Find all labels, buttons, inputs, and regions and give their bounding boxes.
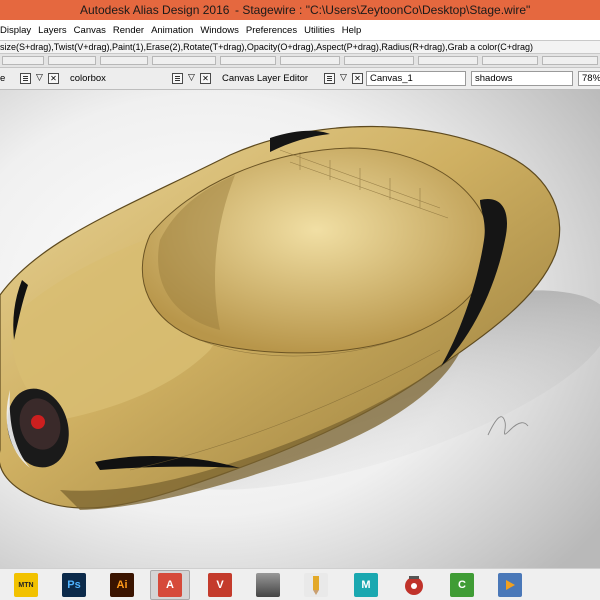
player-icon (498, 573, 522, 597)
menu-layers[interactable]: Layers (38, 25, 74, 36)
title-bar: Autodesk Alias Design 2016 - Stagewire :… (0, 0, 600, 20)
menu-animation[interactable]: Animation (151, 25, 200, 36)
panel-menu-icon[interactable] (20, 73, 31, 84)
panel-menu-icon[interactable] (172, 73, 183, 84)
taskbar-photoshop[interactable]: Ps (60, 571, 88, 599)
close-icon[interactable]: ✕ (200, 73, 211, 84)
canvas-layer-editor-label: Canvas Layer Editor (222, 73, 309, 84)
menu-bar: Display Layers Canvas Render Animation W… (0, 20, 600, 40)
headlamp-red-dot (31, 415, 45, 429)
taskbar-alias-design[interactable]: A (150, 570, 190, 600)
tool-strip (0, 54, 600, 68)
document-title: - Stagewire : "C:\Users\ZeytoonCo\Deskto… (235, 3, 531, 17)
layer-name-field[interactable]: shadows (471, 71, 573, 86)
photoshop-icon: Ps (62, 573, 86, 597)
alias-design-icon: A (158, 573, 182, 597)
prompt-text: size(S+drag),Twist(V+drag),Paint(1),Eras… (0, 42, 533, 52)
maya-icon: M (354, 573, 378, 597)
taskbar-vred[interactable]: V (206, 571, 234, 599)
menu-render[interactable]: Render (113, 25, 151, 36)
taskbar-portrait-app[interactable] (254, 571, 282, 599)
media-player-icon (402, 573, 426, 597)
app-title: Autodesk Alias Design 2016 (80, 3, 230, 17)
dropdown-arrow-icon[interactable]: ▽ (186, 73, 197, 84)
taskbar-illustrator[interactable]: Ai (108, 571, 136, 599)
close-icon[interactable]: ✕ (352, 73, 363, 84)
taskbar: MTN Ps Ai A V M C (0, 568, 600, 600)
strip-cell[interactable] (418, 56, 478, 65)
portrait-icon (256, 573, 280, 597)
strip-cell[interactable] (152, 56, 216, 65)
taskbar-mtn[interactable]: MTN (12, 571, 40, 599)
close-icon[interactable]: ✕ (48, 73, 59, 84)
taskbar-pencil-app[interactable] (302, 571, 330, 599)
panel-menu-icon[interactable] (324, 73, 335, 84)
strip-cell[interactable] (220, 56, 276, 65)
sketch-canvas[interactable] (0, 90, 600, 568)
mtn-icon: MTN (14, 573, 38, 597)
taskbar-player[interactable] (496, 571, 524, 599)
taskbar-maya[interactable]: M (352, 571, 380, 599)
strip-cell[interactable] (100, 56, 148, 65)
opacity-field[interactable]: 78% (578, 71, 600, 86)
car-sketch (0, 90, 600, 568)
menu-windows[interactable]: Windows (200, 25, 246, 36)
panel-header-bar: e ▽ ✕ colorbox ▽ ✕ Canvas Layer Editor ▽… (0, 68, 600, 90)
menu-canvas[interactable]: Canvas (74, 25, 113, 36)
strip-cell[interactable] (280, 56, 340, 65)
menu-utilities[interactable]: Utilities (304, 25, 342, 36)
taskbar-camtasia[interactable]: C (448, 571, 476, 599)
menu-help[interactable]: Help (342, 25, 369, 36)
menu-display[interactable]: Display (0, 25, 38, 36)
strip-cell[interactable] (482, 56, 538, 65)
dropdown-arrow-icon[interactable]: ▽ (338, 73, 349, 84)
strip-cell[interactable] (2, 56, 44, 65)
camtasia-icon: C (450, 573, 474, 597)
strip-cell[interactable] (542, 56, 598, 65)
prompt-line: size(S+drag),Twist(V+drag),Paint(1),Eras… (0, 40, 600, 54)
strip-cell[interactable] (344, 56, 414, 65)
panel-label-left: e (0, 73, 6, 84)
dropdown-arrow-icon[interactable]: ▽ (34, 73, 45, 84)
colorbox-label: colorbox (70, 73, 106, 84)
pencil-icon (304, 573, 328, 597)
illustrator-icon: Ai (110, 573, 134, 597)
menu-preferences[interactable]: Preferences (246, 25, 304, 36)
canvas-name-field[interactable]: Canvas_1 (366, 71, 466, 86)
vred-icon: V (208, 573, 232, 597)
strip-cell[interactable] (48, 56, 96, 65)
taskbar-media-player[interactable] (400, 571, 428, 599)
